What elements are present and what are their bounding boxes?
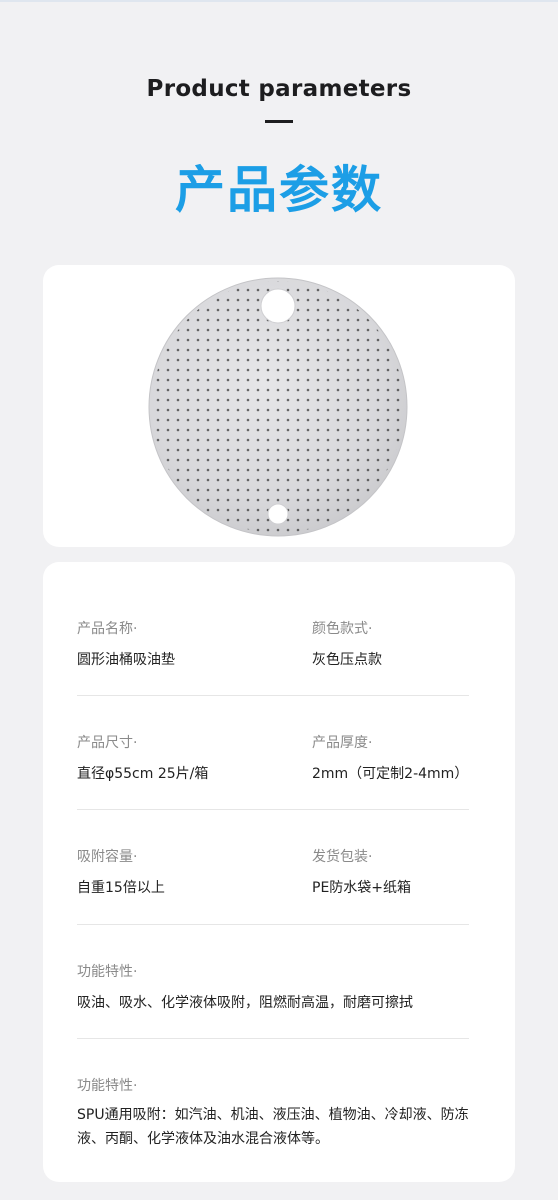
title-divider — [265, 120, 293, 123]
param-shipping-packaging: 发货包装· PE防水袋+纸箱 — [312, 846, 411, 897]
param-label: 功能特性· — [77, 1078, 138, 1094]
param-value: 圆形油桶吸油垫 — [77, 652, 175, 668]
row-divider — [77, 1038, 469, 1039]
round-absorbent-pad-image — [148, 277, 408, 537]
param-label: 发货包装· — [312, 849, 373, 865]
top-border-line — [0, 0, 558, 2]
param-label: 产品名称· — [77, 621, 138, 637]
param-value: 2mm（可定制2-4mm） — [312, 766, 469, 782]
param-label: 颜色款式· — [312, 621, 373, 637]
param-label: 功能特性· — [77, 964, 138, 980]
param-color-style: 颜色款式· 灰色压点款 — [312, 618, 382, 669]
section-title-chinese: 产品参数 — [175, 161, 383, 219]
param-value: 灰色压点款 — [312, 652, 382, 668]
param-label: 产品厚度· — [312, 735, 373, 751]
param-value: 吸油、吸水、化学液体吸附，阻燃耐高温，耐磨可擦拭 — [77, 995, 413, 1011]
row-divider — [77, 809, 469, 810]
param-value: 自重15倍以上 — [77, 880, 165, 896]
product-image-card — [43, 265, 515, 547]
param-features-spu: 功能特性· SPU通用吸附：如汽油、机油、液压油、植物油、冷却液、防冻液、丙酮、… — [77, 1075, 477, 1151]
param-product-thickness: 产品厚度· 2mm（可定制2-4mm） — [312, 732, 468, 783]
param-value: 直径φ55cm 25片/箱 — [77, 766, 209, 782]
param-label: 吸附容量· — [77, 849, 138, 865]
row-divider — [77, 695, 469, 696]
param-product-size: 产品尺寸· 直径φ55cm 25片/箱 — [77, 732, 208, 783]
product-parameters-card: 产品名称· 圆形油桶吸油垫 颜色款式· 灰色压点款 产品尺寸· 直径φ55cm … — [43, 562, 515, 1182]
param-label: 产品尺寸· — [77, 735, 138, 751]
param-value: PE防水袋+纸箱 — [312, 880, 412, 896]
param-product-name: 产品名称· 圆形油桶吸油垫 — [77, 618, 175, 669]
section-title-english: Product parameters — [146, 76, 412, 102]
param-value: SPU通用吸附：如汽油、机油、液压油、植物油、冷却液、防冻液、丙酮、化学液体及油… — [77, 1107, 469, 1147]
param-absorption-capacity: 吸附容量· 自重15倍以上 — [77, 846, 165, 897]
row-divider — [77, 924, 469, 925]
param-features: 功能特性· 吸油、吸水、化学液体吸附，阻燃耐高温，耐磨可擦拭 — [77, 961, 413, 1012]
